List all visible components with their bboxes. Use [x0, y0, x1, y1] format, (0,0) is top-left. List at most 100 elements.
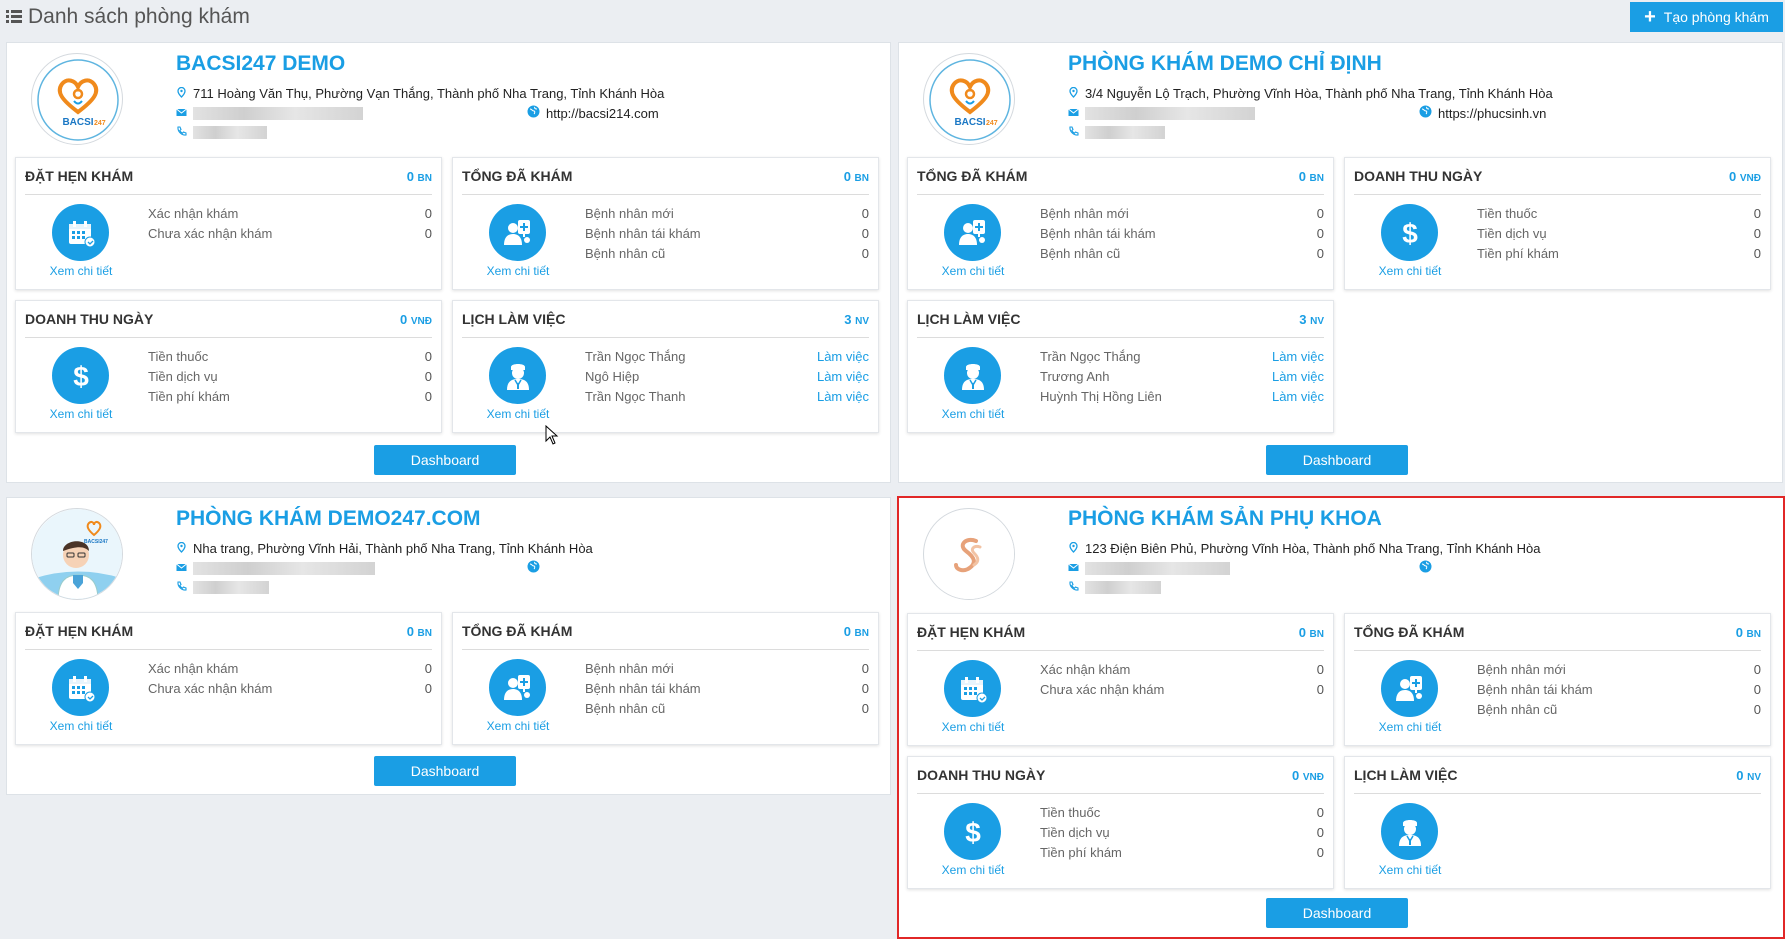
row-value[interactable]: Làm việc [1272, 389, 1324, 409]
card-rows: Trần Ngọc Thắng Làm việc Ngô Hiệp Làm việc T… [585, 349, 869, 409]
list-item: Bệnh nhân mới 0 [585, 206, 869, 226]
card-count: 0 NV [1736, 768, 1761, 783]
row-label: Trần Ngọc Thắng [585, 349, 686, 364]
list-item: Tiền thuốc 0 [148, 349, 432, 369]
view-detail-link[interactable]: Xem chi tiết [1355, 863, 1465, 877]
view-detail-link[interactable]: Xem chi tiết [1355, 264, 1465, 278]
calendar-icon[interactable] [52, 204, 109, 261]
card-title: LỊCH LÀM VIỆC [462, 311, 566, 327]
patient-icon[interactable] [1381, 660, 1438, 717]
create-clinic-button[interactable]: + Tạo phòng khám [1630, 2, 1783, 32]
clinic-name[interactable]: PHÒNG KHÁM SẢN PHỤ KHOA [1068, 507, 1382, 531]
row-value: 0 [1316, 845, 1324, 860]
row-value: 0 [424, 369, 432, 384]
row-label: Chưa xác nhận khám [148, 681, 273, 696]
row-label: Xác nhận khám [148, 661, 239, 676]
row-value: 0 [861, 661, 869, 676]
list-item: Bệnh nhân mới 0 [1477, 662, 1761, 682]
list-item: Chưa xác nhận khám 0 [1040, 682, 1324, 702]
list-item: Xác nhận khám 0 [1040, 662, 1324, 682]
stat-card: DOANH THU NGÀY 0 VNĐ $ Xem chi tiết Tiền thu… [15, 300, 442, 433]
count-unit: VNĐ [1739, 173, 1761, 184]
count-unit: BN [417, 173, 432, 184]
clinic-website[interactable] [1419, 560, 1438, 576]
card-title: TỔNG ĐÃ KHÁM [917, 168, 1028, 184]
dashboard-button[interactable]: Dashboard [374, 756, 516, 786]
clinic-name[interactable]: BACSI247 DEMO [176, 52, 345, 76]
email-icon [176, 561, 187, 576]
doctor-icon[interactable] [489, 347, 546, 404]
svg-text:$: $ [1402, 218, 1418, 249]
view-detail-link[interactable]: Xem chi tiết [1355, 720, 1465, 734]
dollar-icon[interactable]: $ [52, 347, 109, 404]
card-rows: Trần Ngọc Thắng Làm việc Trương Anh Làm việ… [1040, 349, 1324, 409]
row-label: Chưa xác nhận khám [1040, 682, 1165, 697]
dashboard-button[interactable]: Dashboard [374, 445, 516, 475]
count-value: 0 [1736, 768, 1744, 783]
list-item: Trần Ngọc Thắng Làm việc [1040, 349, 1324, 369]
row-value: 0 [861, 206, 869, 221]
clinic-panel: BACSI 247 BACSI247 DEMO 711 Hoàng Văn Thụ, … [6, 42, 891, 483]
divider [462, 194, 869, 195]
globe-icon [1419, 105, 1432, 121]
patient-icon[interactable] [489, 204, 546, 261]
row-value[interactable]: Làm việc [817, 389, 869, 409]
view-detail-link[interactable]: Xem chi tiết [463, 264, 573, 278]
view-detail-link[interactable]: Xem chi tiết [26, 264, 136, 278]
list-item: Tiền dịch vụ 0 [1040, 825, 1324, 845]
row-label: Bệnh nhân mới [585, 206, 674, 221]
card-rows: Bệnh nhân mới 0 Bệnh nhân tái khám 0 Bệnh nh… [1477, 662, 1761, 722]
clinic-website[interactable] [527, 560, 546, 576]
clinic-website[interactable]: https://phucsinh.vn [1419, 105, 1546, 121]
phone-icon [176, 580, 187, 595]
list-item: Xác nhận khám 0 [148, 661, 432, 681]
card-count: 0 VNĐ [1292, 768, 1324, 783]
calendar-icon[interactable] [944, 660, 1001, 717]
row-label: Tiền phí khám [1477, 246, 1559, 261]
dollar-icon[interactable]: $ [1381, 204, 1438, 261]
email-icon [1068, 561, 1079, 576]
dashboard-button[interactable]: Dashboard [1266, 898, 1408, 928]
doctor-icon[interactable] [1381, 803, 1438, 860]
patient-icon[interactable] [944, 204, 1001, 261]
dashboard-button[interactable]: Dashboard [1266, 445, 1408, 475]
row-value[interactable]: Làm việc [1272, 349, 1324, 369]
count-value: 0 [843, 169, 851, 184]
row-value[interactable]: Làm việc [817, 349, 869, 369]
stat-card: ĐẶT HẸN KHÁM 0 BN Xem chi tiết Xác nhận khá… [907, 613, 1334, 746]
clinic-email [176, 561, 375, 576]
list-item: Tiền phí khám 0 [1477, 246, 1761, 266]
calendar-icon[interactable] [52, 659, 109, 716]
globe-icon [1419, 560, 1432, 576]
location-pin-icon [1068, 541, 1079, 556]
count-value: 0 [1729, 169, 1737, 184]
list-item: Bệnh nhân tái khám 0 [585, 226, 869, 246]
view-detail-link[interactable]: Xem chi tiết [918, 407, 1028, 421]
stat-card: LỊCH LÀM VIỆC 3 NV Xem chi tiết Trần Ngọc T… [907, 300, 1334, 433]
row-label: Huỳnh Thị Hồng Liên [1040, 389, 1162, 404]
patient-icon[interactable] [489, 659, 546, 716]
dollar-icon[interactable]: $ [944, 803, 1001, 860]
clinic-name[interactable]: PHÒNG KHÁM DEMO CHỈ ĐỊNH [1068, 52, 1382, 76]
clinic-logo: BACSI247 [31, 508, 123, 600]
phone-redacted [193, 126, 267, 139]
clinic-name[interactable]: PHÒNG KHÁM DEMO247.COM [176, 507, 481, 531]
view-detail-link[interactable]: Xem chi tiết [463, 407, 573, 421]
count-unit: BN [854, 628, 869, 639]
clinic-website[interactable]: http://bacsi214.com [527, 105, 659, 121]
view-detail-link[interactable]: Xem chi tiết [463, 719, 573, 733]
row-value[interactable]: Làm việc [817, 369, 869, 389]
row-label: Tiền dịch vụ [148, 369, 218, 384]
view-detail-link[interactable]: Xem chi tiết [26, 719, 136, 733]
divider [462, 649, 869, 650]
view-detail-link[interactable]: Xem chi tiết [918, 720, 1028, 734]
doctor-icon[interactable] [944, 347, 1001, 404]
location-pin-icon [1068, 86, 1079, 101]
email-redacted [1085, 562, 1230, 575]
clinic-address: 3/4 Nguyễn Lộ Trạch, Phường Vĩnh Hòa, Th… [1068, 86, 1553, 101]
view-detail-link[interactable]: Xem chi tiết [918, 264, 1028, 278]
row-value[interactable]: Làm việc [1272, 369, 1324, 389]
list-item: Xác nhận khám 0 [148, 206, 432, 226]
view-detail-link[interactable]: Xem chi tiết [26, 407, 136, 421]
view-detail-link[interactable]: Xem chi tiết [918, 863, 1028, 877]
